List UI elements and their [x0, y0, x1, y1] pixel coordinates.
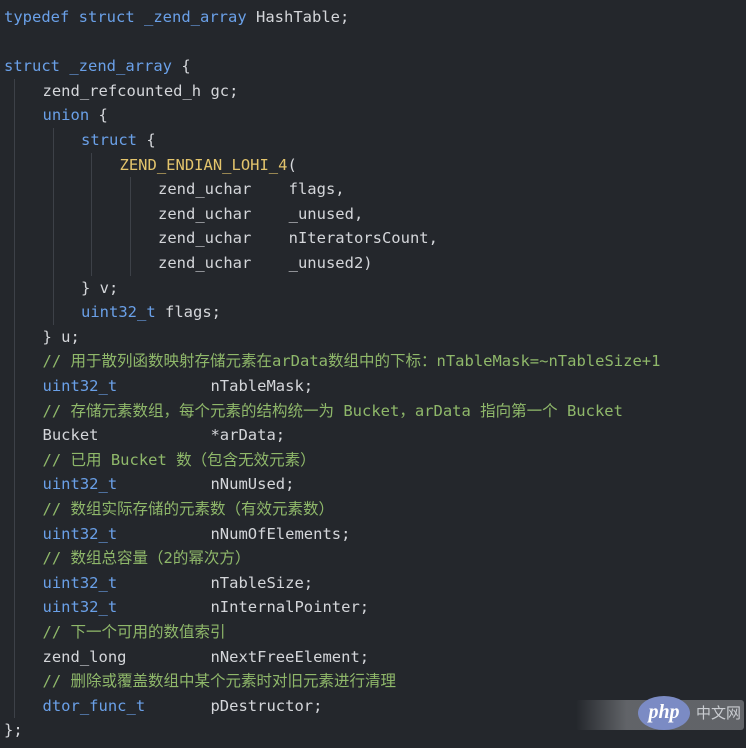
- code-token-identifier: nInternalPointer;: [117, 598, 370, 617]
- code-line: zend_uchar nIteratorsCount,: [158, 226, 438, 251]
- code-token-identifier: nNextFreeElement;: [126, 647, 370, 666]
- code-token-type: dtor_func_t: [42, 696, 146, 715]
- code-line: uint32_t nTableSize;: [43, 571, 314, 596]
- code-token-keyword: struct: [78, 8, 135, 26]
- code-token-comment: // 数组总容量（2的幂次方）: [42, 549, 251, 568]
- code-line: // 用于散列函数映射存储元素在arData数组中的下标：nTableMask=…: [43, 349, 661, 374]
- code-line: uint32_t flags;: [81, 300, 221, 325]
- code-line: uint32_t nNumOfElements;: [43, 522, 351, 547]
- code-token-keyword: struct: [4, 57, 60, 76]
- code-token-macro: ZEND_ENDIAN_LOHI_4: [119, 155, 288, 174]
- code-line: zend_uchar _unused,: [158, 202, 363, 227]
- indent-guide: [52, 128, 54, 325]
- code-line: dtor_func_t pDestructor;: [43, 694, 323, 719]
- code-line: zend_uchar flags,: [158, 177, 345, 202]
- code-token-identifier: zend_uchar _unused,: [158, 204, 364, 223]
- code-line: } u;: [43, 325, 80, 350]
- php-logo-icon: php: [638, 696, 690, 730]
- code-token-identifier: nTableMask;: [117, 377, 314, 395]
- code-token-identifier: nTableSize;: [117, 573, 314, 592]
- code-token-comment: // 存储元素数组，每个元素的结构统一为 Bucket，arData 指向第一个…: [42, 401, 623, 420]
- code-token-keyword: struct: [81, 131, 137, 149]
- code-token-type: uint32_t: [81, 303, 156, 322]
- code-token-comment: // 数组实际存储的元素数（有效元素数）: [42, 500, 335, 518]
- code-line: // 数组总容量（2的幂次方）: [43, 546, 251, 571]
- code-token-identifier: {: [89, 106, 108, 125]
- code-token-identifier: Bucket *arData;: [42, 426, 286, 445]
- code-token-identifier: zend_uchar _unused2): [158, 254, 373, 272]
- code-token-identifier: HashTable;: [256, 8, 350, 26]
- code-token-identifier: {: [137, 131, 156, 149]
- code-token-identifier: pDestructor;: [145, 696, 323, 715]
- code-token-keyword: typedef: [4, 8, 70, 26]
- code-token-type: uint32_t: [42, 573, 118, 592]
- indent-guide: [14, 78, 15, 719]
- code-token-identifier: [69, 8, 78, 26]
- code-line: // 数组实际存储的元素数（有效元素数）: [43, 497, 335, 522]
- code-token-identifier: nNumOfElements;: [117, 524, 351, 543]
- code-line: zend_refcounted_h gc;: [43, 79, 239, 104]
- code-line: typedef struct _zend_array HashTable;: [4, 5, 349, 30]
- code-token-identifier: zend_refcounted_h gc;: [42, 81, 239, 100]
- code-token-identifier: flags;: [155, 303, 221, 322]
- code-line: uint32_t nNumUsed;: [43, 472, 295, 497]
- code-line: // 删除或覆盖数组中某个元素时对旧元素进行清理: [43, 669, 397, 694]
- indent-guide: [129, 177, 131, 276]
- code-line: // 已用 Bucket 数（包含无效元素）: [43, 448, 316, 473]
- code-token-comment: // 用于散列函数映射存储元素在arData数组中的下标：nTableMask=…: [42, 352, 661, 371]
- code-token-keyword: union: [42, 106, 90, 125]
- code-token-comment: // 删除或覆盖数组中某个元素时对旧元素进行清理: [42, 672, 397, 691]
- code-token-identifier: (: [287, 155, 297, 174]
- code-token-type: uint32_t: [42, 475, 118, 494]
- code-token-identifier: zend_uchar flags,: [158, 180, 345, 199]
- code-token-type: uint32_t: [42, 377, 118, 395]
- code-token-type: uint32_t: [42, 598, 118, 617]
- code-line: union {: [43, 103, 108, 128]
- code-token-identifier: nNumUsed;: [117, 475, 295, 494]
- code-line: uint32_t nInternalPointer;: [43, 595, 370, 620]
- code-line: zend_uchar _unused2): [158, 251, 373, 276]
- code-line: Bucket *arData;: [43, 423, 286, 448]
- code-token-identifier: } v;: [81, 278, 119, 297]
- code-token-identifier: };: [4, 721, 23, 740]
- code-line: zend_long nNextFreeElement;: [43, 645, 370, 670]
- code-line: struct {: [81, 128, 156, 153]
- watermark-site-text: 中文网: [696, 704, 742, 722]
- code-line: struct _zend_array {: [4, 54, 191, 79]
- code-token-keyword: _zend_array: [134, 8, 256, 26]
- code-line: // 下一个可用的数值索引: [43, 620, 226, 645]
- code-line: } v;: [81, 276, 118, 301]
- indent-guide: [91, 152, 92, 276]
- code-line: uint32_t nTableMask;: [43, 374, 314, 399]
- code-token-type: uint32_t: [42, 524, 118, 543]
- code-token-identifier: } u;: [42, 327, 80, 346]
- code-token-comment: // 已用 Bucket 数（包含无效元素）: [42, 450, 316, 469]
- watermark: php 中文网: [576, 696, 744, 734]
- code-token-identifier: {: [181, 57, 191, 76]
- code-editor[interactable]: typedef struct _zend_array HashTable; str…: [0, 0, 746, 748]
- code-token-identifier: zend_long: [42, 647, 127, 666]
- code-line: ZEND_ENDIAN_LOHI_4(: [120, 153, 297, 178]
- code-line: };: [4, 718, 23, 743]
- code-line: // 存储元素数组，每个元素的结构统一为 Bucket，arData 指向第一个…: [43, 399, 623, 424]
- code-token-comment: // 下一个可用的数值索引: [42, 623, 226, 641]
- code-token-identifier: zend_uchar nIteratorsCount,: [158, 229, 438, 248]
- code-token-keyword: _zend_array: [60, 57, 182, 76]
